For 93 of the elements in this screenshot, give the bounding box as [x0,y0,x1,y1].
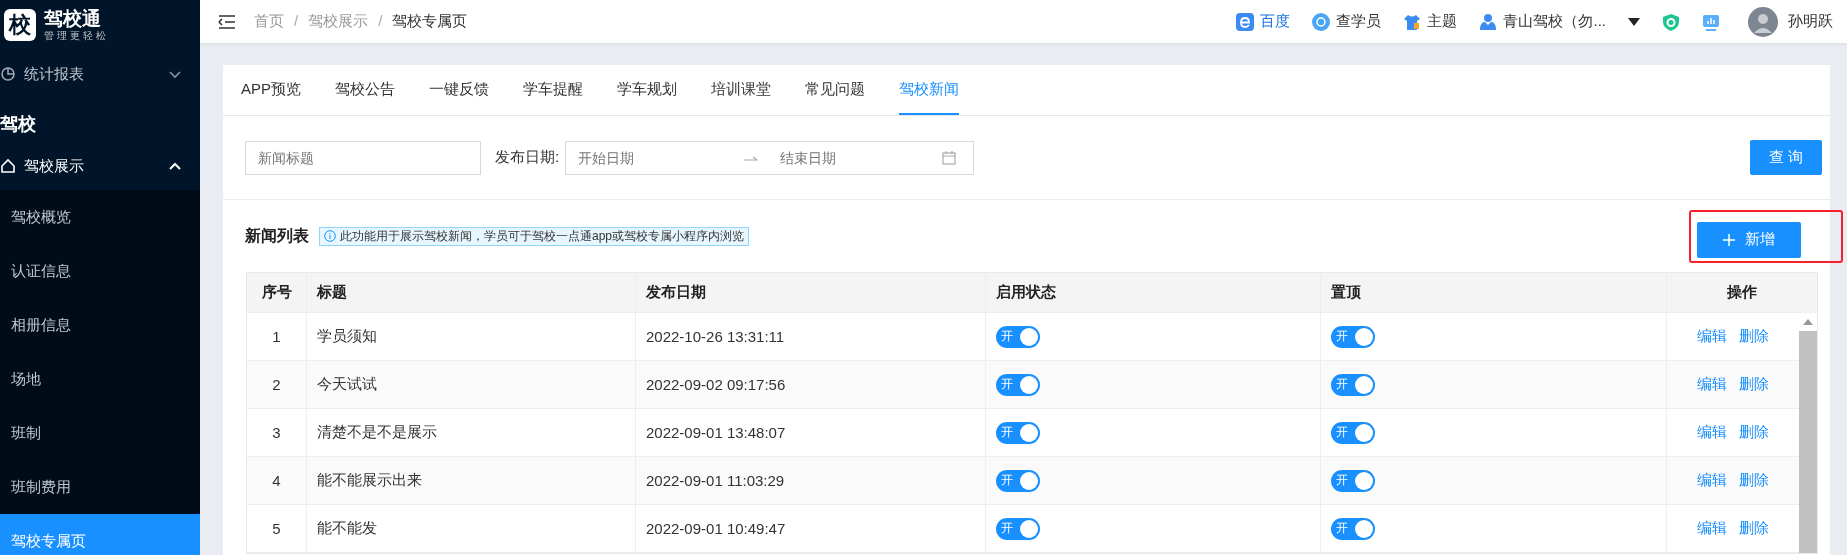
table-cell: 4 [247,457,307,504]
delete-link[interactable]: 删除 [1739,471,1769,490]
table-cell: 今天试试 [307,361,636,408]
search-icon [1312,12,1331,31]
tab[interactable]: 一键反馈 [429,65,489,115]
menu-item[interactable]: 相册信息 [0,298,200,352]
list-title: 新闻列表 [245,225,309,246]
column-header: 序号 [247,273,307,312]
monitor-icon [1702,12,1720,31]
menu-item[interactable]: 驾校专属页 [0,514,200,555]
logo-subtitle: 管理更轻松 [44,30,109,42]
table-cell: 能不能发 [307,505,636,552]
column-header: 置顶 [1321,273,1667,312]
toggle-switch[interactable]: 开 [996,373,1040,396]
toggle-switch[interactable]: 开 [996,325,1040,348]
toggle-switch[interactable]: 开 [1331,517,1375,540]
logo-mark: 校 [4,9,36,41]
query-button[interactable]: 查 询 [1749,140,1822,175]
table-cell: 学员须知 [307,313,636,360]
header-link[interactable]: 查学员 [1312,12,1382,31]
user-name[interactable]: 孙明跃 [1788,12,1833,31]
delete-link[interactable]: 删除 [1739,327,1769,346]
field-label: 发布日期: [495,148,560,167]
toggle-switch[interactable]: 开 [1331,469,1375,492]
toggle-switch[interactable]: 开 [996,517,1040,540]
toggle-switch[interactable]: 开 [1331,421,1375,444]
edit-link[interactable]: 编辑 [1697,423,1727,442]
people-icon [1479,12,1498,31]
calendar-icon [942,150,957,165]
tab[interactable]: 驾校公告 [335,65,395,115]
home-icon [0,158,16,174]
delete-link[interactable]: 删除 [1739,375,1769,394]
avatar-icon [1748,6,1778,37]
menu-group[interactable]: 统计报表 [0,50,200,98]
edit-link[interactable]: 编辑 [1697,519,1727,538]
chart-icon [0,66,16,82]
tab[interactable]: APP预览 [241,65,301,115]
table-cell: 2022-09-01 13:48:07 [636,409,986,456]
header-link[interactable]: 青山驾校（勿... [1479,12,1606,31]
breadcrumb-separator: / [378,12,383,31]
shield-icon [1662,12,1680,31]
plus-icon [1723,233,1735,246]
header-link[interactable]: 主题 [1403,12,1458,31]
column-header: 发布日期 [636,273,986,312]
edit-link[interactable]: 编辑 [1697,375,1727,394]
breadcrumb-item: 驾校专属页 [392,12,468,31]
menu-group[interactable]: 驾校展示 [0,142,200,190]
table-cell: 3 [247,409,307,456]
search-field[interactable]: 新闻标题 [245,140,481,175]
tab[interactable]: 学车规划 [617,65,677,115]
add-button[interactable]: 新增 [1697,221,1801,258]
date-range-field[interactable]: 开始日期 结束日期 [565,140,975,175]
scroll-up-icon [1803,319,1813,325]
table-cell: 清楚不是不是展示 [307,409,636,456]
column-header: 标题 [307,273,636,312]
toggle-switch[interactable]: 开 [996,469,1040,492]
tab[interactable]: 培训课堂 [711,65,771,115]
section-title: 驾校 [0,113,37,136]
tab[interactable]: 学车提醒 [523,65,583,115]
shirt-icon [1403,12,1422,31]
info-icon [324,230,336,242]
breadcrumb-item[interactable]: 首页 [254,12,284,31]
table-cell: 1 [247,313,307,360]
toggle-switch[interactable]: 开 [996,421,1040,444]
table-cell: 2022-09-02 09:17:56 [636,361,986,408]
table-cell: 2 [247,361,307,408]
breadcrumb-item[interactable]: 驾校展示 [308,12,369,31]
table-cell: 2022-10-26 13:31:11 [636,313,986,360]
column-header: 启用状态 [986,273,1321,312]
tab[interactable]: 驾校新闻 [899,65,959,115]
column-header: 操作 [1726,282,1758,302]
tab[interactable]: 常见问题 [805,65,865,115]
toggle-switch[interactable]: 开 [1331,373,1375,396]
menu-item[interactable]: 认证信息 [0,244,200,298]
menu-item[interactable]: 驾校概览 [0,190,200,244]
header-link[interactable]: 百度 [1236,12,1291,31]
table-cell: 能不能展示出来 [307,457,636,504]
menu-item[interactable]: 场地 [0,352,200,406]
notice-text: 此功能用于展示驾校新闻，学员可于驾校一点通app或驾校专属小程序内浏览 [340,227,745,245]
browser-icon [1236,12,1255,31]
menu-item[interactable]: 班制费用 [0,460,200,514]
table-cell: 2022-09-01 11:03:29 [636,457,986,504]
logo-title: 驾校通 [44,8,102,30]
delete-link[interactable]: 删除 [1739,423,1769,442]
table-cell: 2022-09-01 10:49:47 [636,505,986,552]
toggle-switch[interactable]: 开 [1331,325,1375,348]
edit-link[interactable]: 编辑 [1697,471,1727,490]
menu-fold-icon [218,14,236,29]
table-cell: 5 [247,505,307,552]
delete-link[interactable]: 删除 [1739,519,1769,538]
edit-link[interactable]: 编辑 [1697,327,1727,346]
menu-item[interactable]: 班制 [0,406,200,460]
breadcrumb-separator: / [294,12,299,31]
